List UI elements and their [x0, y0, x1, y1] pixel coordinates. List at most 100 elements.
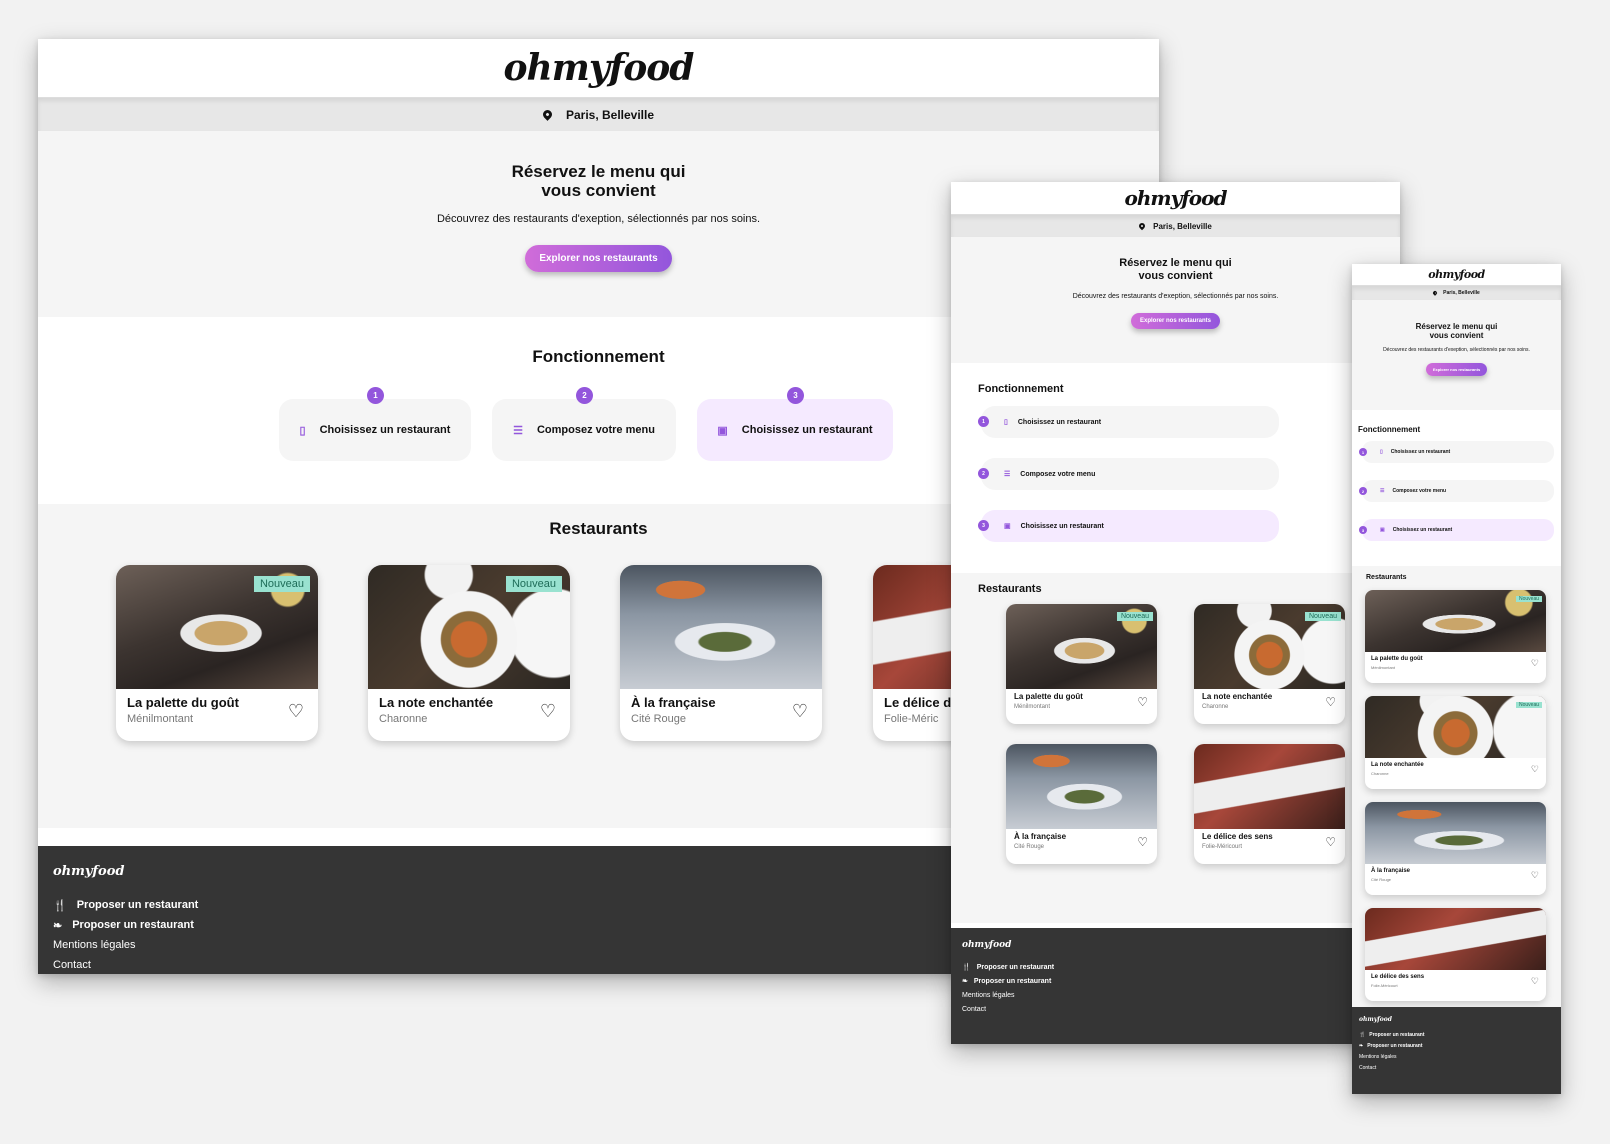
footer-link[interactable]: Mentions légales	[1359, 1051, 1561, 1062]
new-badge: Nouveau	[1304, 612, 1341, 621]
restaurant-card[interactable]: Nouveau La palette du goût Ménilmontant …	[116, 565, 318, 741]
how-title: Fonctionnement	[978, 383, 1064, 395]
restaurant-name: Le délice des sens	[1202, 832, 1273, 841]
explore-restaurants-button[interactable]: Explorer nos restaurants	[525, 245, 672, 272]
location-bar: Paris, Belleville	[1352, 286, 1561, 300]
store-icon: ▣	[717, 424, 728, 437]
heart-icon[interactable]: ♡	[540, 701, 556, 722]
restaurant-name: Le délice d	[884, 695, 952, 710]
hero-subtitle: Découvrez des restaurants d'exeption, sé…	[1383, 347, 1530, 353]
hero-section: Réservez le menu qui vous convient Découv…	[1352, 300, 1561, 410]
step-label: Choisissez un restaurant	[1020, 522, 1104, 530]
utensils-icon: 🍴	[1359, 1031, 1366, 1038]
step-label: Composez votre menu	[1020, 470, 1096, 478]
restaurant-card[interactable]: Nouveau La note enchantée Charonne ♡	[368, 565, 570, 741]
restaurants-section: Restaurants Nouveau La palette du goût M…	[1352, 566, 1561, 1021]
step-label: Choisissez un restaurant	[1392, 527, 1453, 533]
restaurant-area: Charonne	[1202, 704, 1229, 710]
hero-title-line1: Réservez le menu qui	[1415, 322, 1498, 331]
restaurant-card[interactable]: À la française Cité Rouge ♡	[620, 565, 822, 741]
footer: ohmyfood 🍴 Proposer un restaurant ❧ Propos…	[951, 928, 1400, 1044]
footer-link[interactable]: 🍴 Proposer un restaurant	[1359, 1029, 1561, 1040]
step-2: 2 ☰ Composez votre menu	[1359, 480, 1554, 502]
heart-icon[interactable]: ♡	[792, 701, 808, 722]
restaurant-card[interactable]: Nouveau La note enchantée Charonne ♡	[1194, 604, 1345, 724]
heart-icon[interactable]: ♡	[1531, 764, 1539, 775]
restaurant-area: Ménilmontant	[1014, 704, 1051, 710]
footer-link[interactable]: ❧ Proposer un restaurant	[1359, 1040, 1561, 1051]
step-2: 2 ☰ Composez votre menu	[978, 458, 1279, 490]
how-it-works-section: Fonctionnement 1 ▯ Choisissez un restaur…	[951, 363, 1400, 573]
site-logo[interactable]: ohmyfood	[1125, 186, 1228, 210]
footer-link-label: Proposer un restaurant	[976, 963, 1055, 971]
site-logo[interactable]: ohmyfood	[504, 47, 695, 89]
restaurant-name: La note enchantée	[379, 695, 494, 710]
how-it-works-section: Fonctionnement 1 ▯ Choisissez un restaur…	[1352, 410, 1561, 566]
restaurant-card[interactable]: Nouveau La palette du goût Ménilmontant …	[1365, 590, 1546, 683]
location-bar: Paris, Belleville	[38, 98, 1159, 131]
step-3: 3 ▣ Choisissez un restaurant	[1359, 519, 1554, 541]
heart-icon[interactable]: ♡	[1531, 976, 1539, 987]
heart-icon[interactable]: ♡	[1531, 870, 1539, 881]
heart-icon[interactable]: ♡	[1137, 835, 1148, 849]
restaurant-card[interactable]: À la française Cité Rouge ♡	[1365, 802, 1546, 895]
restaurant-photo	[1194, 744, 1345, 829]
footer-link[interactable]: 🍴 Proposer un restaurant	[962, 960, 1400, 974]
restaurant-name: La palette du goût	[1371, 656, 1423, 662]
restaurant-name: À la française	[1371, 868, 1411, 874]
step-number: 2	[1359, 487, 1367, 495]
leaf-icon: ❧	[1359, 1042, 1364, 1049]
location-bar: Paris, Belleville	[951, 215, 1400, 237]
heart-icon[interactable]: ♡	[288, 701, 304, 722]
site-logo[interactable]: ohmyfood	[1428, 268, 1485, 281]
restaurant-card[interactable]: Nouveau La note enchantée Charonne ♡	[1365, 696, 1546, 789]
restaurant-photo	[1006, 744, 1157, 829]
restaurants-title: Restaurants	[978, 583, 1042, 595]
step-number: 1	[1359, 448, 1367, 456]
step-number: 1	[978, 416, 989, 427]
step-1: 1 ▯ Choisissez un restaurant	[279, 387, 471, 461]
step-1: 1 ▯ Choisissez un restaurant	[978, 406, 1279, 438]
explore-restaurants-button[interactable]: Explorer nos restaurants	[1130, 313, 1221, 329]
step-2: 2 ☰ Composez votre menu	[492, 387, 676, 461]
heart-icon[interactable]: ♡	[1531, 658, 1539, 669]
restaurant-area: Ménilmontant	[1371, 665, 1396, 670]
restaurant-area: Folie-Méricourt	[1371, 983, 1398, 988]
restaurant-area: Cité Rouge	[631, 713, 687, 725]
step-label: Choisissez un restaurant	[319, 424, 451, 436]
heart-icon[interactable]: ♡	[1325, 695, 1336, 709]
footer-link-label: Proposer un restaurant	[1367, 1042, 1423, 1049]
heart-icon[interactable]: ♡	[1137, 695, 1148, 709]
footer-link-label: Proposer un restaurant	[76, 899, 199, 911]
hero-title: Réservez le menu qui vous convient	[1352, 322, 1561, 340]
step-number: 3	[978, 520, 989, 531]
utensils-icon: 🍴	[53, 899, 67, 912]
footer-link[interactable]: Mentions légales	[962, 988, 1400, 1002]
footer-link[interactable]: Contact	[1359, 1062, 1561, 1073]
explore-restaurants-button[interactable]: Explorer nos restaurants	[1425, 363, 1488, 376]
phone-icon: ▯	[1004, 419, 1008, 426]
restaurant-card[interactable]: Le délice des sens Folie-Méricourt ♡	[1365, 908, 1546, 1001]
step-3: 3 ▣ Choisissez un restaurant	[978, 510, 1279, 542]
utensils-icon: 🍴	[962, 964, 971, 971]
footer-logo: ohmyfood	[1359, 1016, 1392, 1023]
footer-link[interactable]: Contact	[962, 1002, 1400, 1016]
footer-link[interactable]: ❧ Proposer un restaurant	[962, 974, 1400, 988]
restaurant-area: Cité Rouge	[1371, 877, 1392, 882]
restaurant-name: La palette du goût	[127, 695, 239, 710]
new-badge: Nouveau	[253, 576, 310, 592]
step-label: Composez votre menu	[536, 424, 655, 436]
restaurant-card[interactable]: Le délice des sens Folie-Méricourt ♡	[1194, 744, 1345, 864]
step-number: 3	[787, 387, 804, 404]
restaurant-area: Folie-Méricourt	[1202, 844, 1243, 850]
new-badge: Nouveau	[1116, 612, 1153, 621]
map-pin-icon	[541, 108, 554, 121]
restaurant-photo	[620, 565, 822, 689]
restaurant-card[interactable]: Nouveau La palette du goût Ménilmontant …	[1006, 604, 1157, 724]
footer-link-label: Proposer un restaurant	[1369, 1031, 1425, 1038]
header: ohmyfood	[1352, 264, 1561, 286]
hero-title-line2: vous convient	[1429, 331, 1484, 340]
restaurant-card[interactable]: À la française Cité Rouge ♡	[1006, 744, 1157, 864]
step-label: Choisissez un restaurant	[741, 424, 873, 436]
heart-icon[interactable]: ♡	[1325, 835, 1336, 849]
